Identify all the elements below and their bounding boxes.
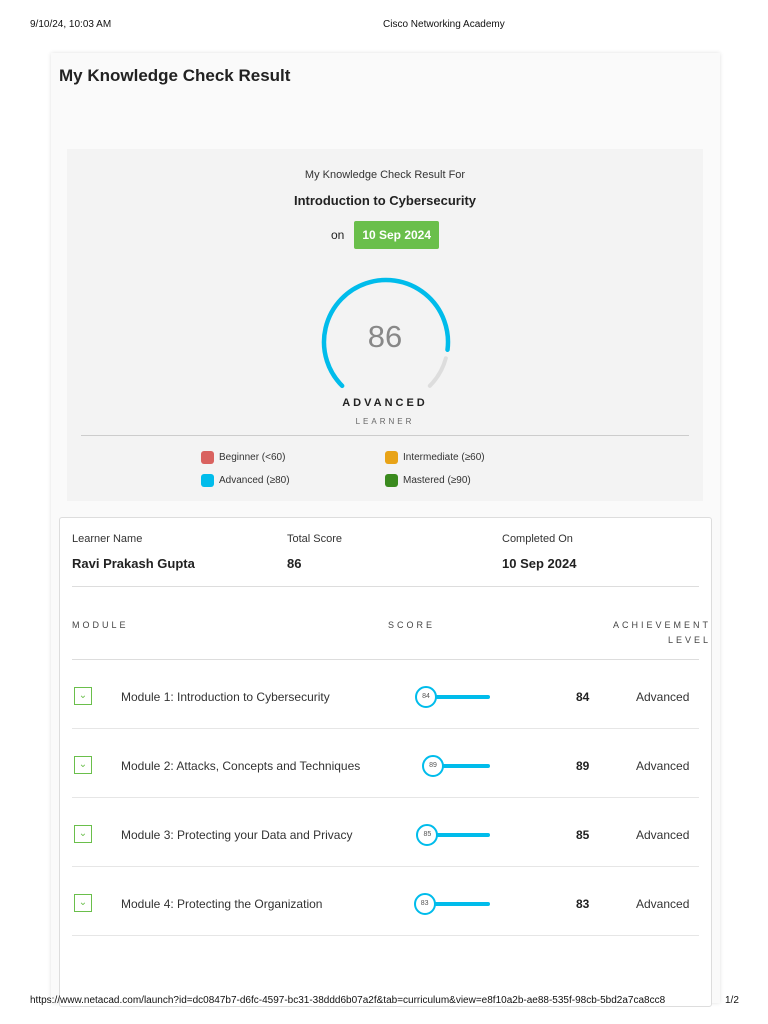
print-page-title: Cisco Networking Academy xyxy=(383,19,505,30)
completed-date: 10 Sep 2024 xyxy=(502,556,577,571)
legend-label: Intermediate (≥60) xyxy=(403,452,485,463)
print-page-number: 1/2 xyxy=(725,995,739,1006)
legend-label: Advanced (≥80) xyxy=(219,475,290,486)
module-name: Module 4: Protecting the Organization xyxy=(121,897,323,911)
print-datetime: 9/10/24, 10:03 AM xyxy=(30,19,112,30)
expand-chevron-icon[interactable]: ⌄ xyxy=(74,825,92,843)
learner-name: Ravi Prakash Gupta xyxy=(72,556,195,571)
module-score: 89 xyxy=(576,759,590,773)
module-name: Module 2: Attacks, Concepts and Techniqu… xyxy=(121,759,361,773)
sublevel-label: LEARNER xyxy=(355,417,415,426)
date-badge: 10 Sep 2024 xyxy=(354,221,440,249)
result-card: My Knowledge Check Result My Knowledge C… xyxy=(51,53,720,1007)
module-name: Module 1: Introduction to Cybersecurity xyxy=(121,690,330,704)
page-title: My Knowledge Check Result xyxy=(59,66,291,85)
course-name: Introduction to Cybersecurity xyxy=(293,193,477,208)
summary-panel: My Knowledge Check Result For Introducti… xyxy=(67,149,703,501)
gauge-track xyxy=(427,356,448,388)
on-label: on xyxy=(330,228,345,242)
score-knob: 89 xyxy=(422,755,444,777)
score-knob: 85 xyxy=(416,824,439,846)
legend-beginner: Beginner (<60) xyxy=(201,451,285,464)
module-level: Advanced xyxy=(636,897,690,911)
module-row: ⌄ Module 4: Protecting the Organization … xyxy=(72,867,699,936)
score-knob: 83 xyxy=(413,893,436,915)
completed-label: Completed On xyxy=(502,533,573,545)
total-label: Total Score xyxy=(287,533,343,545)
col-achievement-line2: LEVEL xyxy=(667,635,711,645)
print-url: https://www.netacad.com/launch?id=dc0847… xyxy=(30,995,666,1006)
legend-intermediate: Intermediate (≥60) xyxy=(385,451,485,464)
result-for-label: My Knowledge Check Result For xyxy=(304,169,466,181)
total-score: 86 xyxy=(287,556,302,571)
module-level: Advanced xyxy=(636,759,690,773)
module-level: Advanced xyxy=(636,828,690,842)
module-name: Module 3: Protecting your Data and Priva… xyxy=(121,828,353,842)
swatch xyxy=(201,474,214,487)
swatch xyxy=(385,474,398,487)
module-row: ⌄ Module 3: Protecting your Data and Pri… xyxy=(72,798,699,867)
divider xyxy=(72,586,699,587)
results-table: Learner Name Ravi Prakash Gupta Total Sc… xyxy=(59,517,712,1007)
module-row: ⌄ Module 1: Introduction to Cybersecurit… xyxy=(72,660,699,729)
col-achievement-line1: ACHIEVEMENT xyxy=(612,620,711,630)
col-module: MODULE xyxy=(72,620,129,630)
col-score: SCORE xyxy=(388,620,436,630)
col-achievement: ACHIEVEMENT LEVEL xyxy=(613,620,711,645)
module-score: 84 xyxy=(576,690,590,704)
divider xyxy=(81,435,689,436)
learner-label: Learner Name xyxy=(72,533,143,545)
legend-label: Mastered (≥90) xyxy=(403,475,471,486)
legend-label: Beginner (<60) xyxy=(219,452,286,463)
score-knob: 84 xyxy=(415,686,437,708)
score-value: 86 xyxy=(367,319,403,354)
swatch xyxy=(201,451,214,464)
module-level: Advanced xyxy=(636,690,690,704)
expand-chevron-icon[interactable]: ⌄ xyxy=(74,894,92,912)
module-row: ⌄ Module 2: Attacks, Concepts and Techni… xyxy=(72,729,699,798)
module-score: 83 xyxy=(576,897,590,911)
level-label: ADVANCED xyxy=(342,397,428,409)
swatch xyxy=(385,451,398,464)
score-bar xyxy=(426,902,490,906)
expand-chevron-icon[interactable]: ⌄ xyxy=(74,756,92,774)
legend-mastered: Mastered (≥90) xyxy=(385,474,471,487)
expand-chevron-icon[interactable]: ⌄ xyxy=(74,687,92,705)
module-score: 85 xyxy=(576,828,590,842)
legend-advanced: Advanced (≥80) xyxy=(201,474,290,487)
